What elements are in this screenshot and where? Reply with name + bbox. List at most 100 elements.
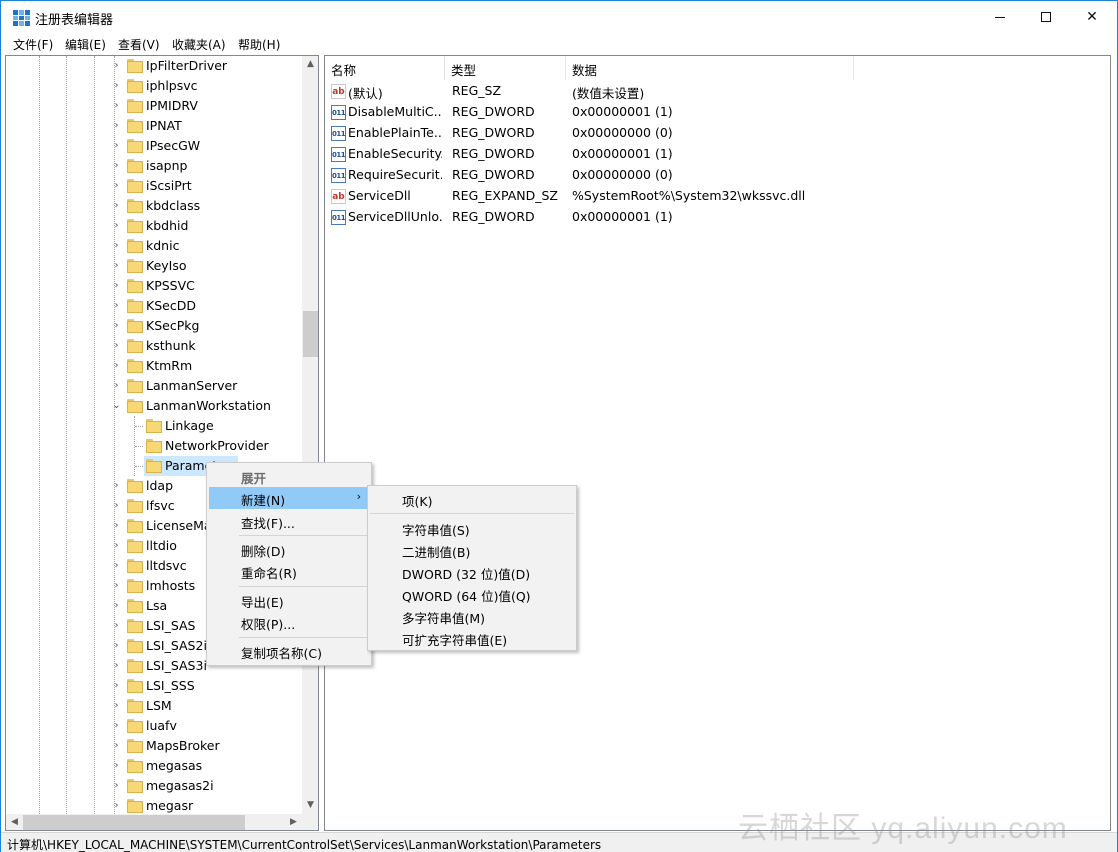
menu-find[interactable]: 查找(F)... (209, 510, 369, 532)
tree-item[interactable]: › kdnic (6, 236, 302, 256)
expand-chevron-icon[interactable]: › (112, 360, 121, 372)
tree-item[interactable]: › LSM (6, 696, 302, 716)
tree-item[interactable]: › kbdclass (6, 196, 302, 216)
column-header-data[interactable]: 数据 (566, 56, 854, 80)
value-row[interactable]: 011 EnablePlainTe... REG_DWORD 0x00000000 (… (325, 123, 1110, 144)
tree-item[interactable]: › KSecDD (6, 296, 302, 316)
expand-chevron-icon[interactable]: › (112, 240, 121, 252)
expand-chevron-icon[interactable]: › (112, 720, 121, 732)
tree-vertical-scrollbar[interactable]: ▲ ▼ (302, 56, 318, 814)
menu-copy-key-name[interactable]: 复制项名称(C) (209, 640, 369, 662)
expand-chevron-icon[interactable]: › (112, 300, 121, 312)
tree-item[interactable]: › megasas2i (6, 776, 302, 796)
tree-item[interactable]: › LSI_SSS (6, 676, 302, 696)
scroll-right-icon[interactable]: ▶ (285, 814, 302, 830)
minimize-button[interactable] (977, 1, 1023, 33)
column-header-type[interactable]: 类型 (445, 56, 566, 80)
expand-chevron-icon[interactable]: › (112, 520, 121, 532)
value-row[interactable]: 011 RequireSecurit... REG_DWORD 0x00000000 … (325, 165, 1110, 186)
expand-chevron-icon[interactable]: › (112, 620, 121, 632)
submenu-key[interactable]: 项(K) (370, 488, 574, 510)
submenu-multi-string-value[interactable]: 多字符串值(M) (370, 605, 574, 627)
expand-chevron-icon[interactable]: › (112, 320, 121, 332)
value-row[interactable]: 011 ServiceDllUnlo... REG_DWORD 0x00000001 … (325, 207, 1110, 228)
submenu-binary-value[interactable]: 二进制值(B) (370, 539, 574, 561)
tree-horizontal-scrollbar[interactable]: ◀ ▶ (6, 814, 302, 830)
tree-item[interactable]: NetworkProvider (6, 436, 302, 456)
tree-scroll-thumb[interactable] (303, 311, 318, 357)
menu-help[interactable]: 帮助(H) (238, 36, 280, 53)
expand-chevron-icon[interactable]: › (112, 640, 121, 652)
menu-view[interactable]: 查看(V) (118, 36, 160, 53)
value-row[interactable]: 011 EnableSecurity... REG_DWORD 0x00000001 … (325, 144, 1110, 165)
expand-chevron-icon[interactable]: › (112, 380, 121, 392)
menu-favorites[interactable]: 收藏夹(A) (172, 36, 226, 53)
tree-item[interactable]: › ksthunk (6, 336, 302, 356)
expand-chevron-icon[interactable]: › (112, 480, 121, 492)
expand-chevron-icon[interactable]: › (112, 200, 121, 212)
expand-chevron-icon[interactable]: › (112, 580, 121, 592)
expand-chevron-icon[interactable]: › (112, 80, 121, 92)
tree-item[interactable]: › KPSSVC (6, 276, 302, 296)
expand-chevron-icon[interactable]: › (112, 120, 121, 132)
tree-item[interactable]: › iphlpsvc (6, 76, 302, 96)
menu-edit[interactable]: 编辑(E) (65, 36, 106, 53)
expand-chevron-icon[interactable]: › (112, 760, 121, 772)
tree-item[interactable]: › LanmanServer (6, 376, 302, 396)
value-row[interactable]: 011 DisableMultiC... REG_DWORD 0x00000001 (… (325, 102, 1110, 123)
expand-chevron-icon[interactable]: › (112, 160, 121, 172)
submenu-dword-value[interactable]: DWORD (32 位)值(D) (370, 561, 574, 583)
values-list-pane[interactable]: 名称 类型 数据 ab (默认) REG_SZ (数值未设置) 011 DisableMu… (324, 55, 1111, 831)
close-button[interactable]: ✕ (1069, 1, 1115, 33)
tree-item[interactable]: › megasr (6, 796, 302, 814)
expand-chevron-icon[interactable]: › (112, 140, 121, 152)
expand-chevron-icon[interactable]: › (112, 180, 121, 192)
expand-chevron-icon[interactable]: › (112, 660, 121, 672)
expand-chevron-icon[interactable]: › (112, 280, 121, 292)
tree-item[interactable]: › kbdhid (6, 216, 302, 236)
expand-chevron-icon[interactable]: › (112, 700, 121, 712)
value-row[interactable]: ab ServiceDll REG_EXPAND_SZ %SystemRoot%\Sy… (325, 186, 1110, 207)
tree-item[interactable]: › iScsiPrt (6, 176, 302, 196)
value-row[interactable]: ab (默认) REG_SZ (数值未设置) (325, 81, 1110, 102)
tree-item[interactable]: › KtmRm (6, 356, 302, 376)
expand-chevron-icon[interactable]: › (112, 220, 121, 232)
tree-item[interactable]: › MapsBroker (6, 736, 302, 756)
tree-item[interactable]: › IPMIDRV (6, 96, 302, 116)
key-tree-pane[interactable]: › IpFilterDriver › iphlpsvc › IPMIDRV › IPNAT › I… (5, 55, 319, 831)
tree-item[interactable]: › IPNAT (6, 116, 302, 136)
scroll-up-icon[interactable]: ▲ (302, 56, 318, 73)
expand-chevron-icon[interactable]: › (112, 540, 121, 552)
tree-item[interactable]: › KSecPkg (6, 316, 302, 336)
menu-permissions[interactable]: 权限(P)... (209, 611, 369, 633)
maximize-button[interactable] (1023, 1, 1069, 33)
tree-hscroll-thumb[interactable] (23, 815, 245, 830)
title-bar[interactable]: 注册表编辑器 ✕ (1, 1, 1117, 33)
expand-chevron-icon[interactable]: › (112, 780, 121, 792)
scroll-down-icon[interactable]: ▼ (302, 797, 318, 814)
menu-new[interactable]: 新建(N) › (209, 487, 369, 509)
expand-chevron-icon[interactable]: › (112, 100, 121, 112)
tree-item[interactable]: ⌄ LanmanWorkstation (6, 396, 302, 416)
tree-item[interactable]: › luafv (6, 716, 302, 736)
expand-chevron-icon[interactable]: › (112, 800, 121, 812)
expand-chevron-icon[interactable]: › (112, 60, 121, 72)
menu-file[interactable]: 文件(F) (13, 36, 53, 53)
submenu-qword-value[interactable]: QWORD (64 位)值(Q) (370, 583, 574, 605)
menu-rename[interactable]: 重命名(R) (209, 560, 369, 582)
expand-chevron-icon[interactable]: › (112, 600, 121, 612)
collapse-chevron-icon[interactable]: ⌄ (112, 400, 121, 412)
scroll-left-icon[interactable]: ◀ (6, 814, 23, 830)
expand-chevron-icon[interactable]: › (112, 340, 121, 352)
tree-item[interactable]: Linkage (6, 416, 302, 436)
expand-chevron-icon[interactable]: › (112, 680, 121, 692)
tree-item[interactable]: › megasas (6, 756, 302, 776)
expand-chevron-icon[interactable]: › (112, 740, 121, 752)
tree-item[interactable]: › IPsecGW (6, 136, 302, 156)
tree-item[interactable]: › KeyIso (6, 256, 302, 276)
expand-chevron-icon[interactable]: › (112, 560, 121, 572)
submenu-string-value[interactable]: 字符串值(S) (370, 517, 574, 539)
tree-item[interactable]: › IpFilterDriver (6, 56, 302, 76)
menu-delete[interactable]: 删除(D) (209, 538, 369, 560)
expand-chevron-icon[interactable]: › (112, 500, 121, 512)
